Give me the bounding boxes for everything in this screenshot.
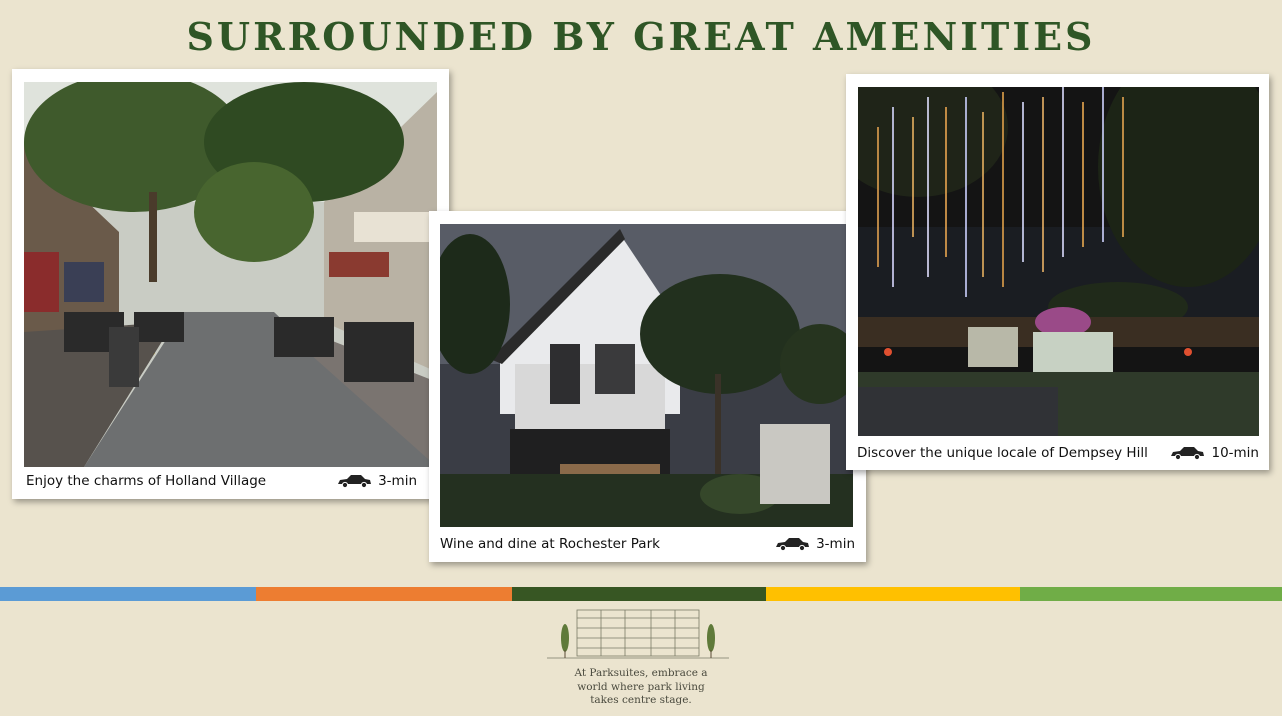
holland-village-street-photo xyxy=(24,82,437,467)
color-strip-orange xyxy=(256,587,512,601)
travel-time-label: 10-min xyxy=(1211,445,1259,461)
travel-time: 3-min xyxy=(336,473,417,489)
footer-tagline: At Parksuites, embrace a world where par… xyxy=(541,667,741,708)
card-caption: Wine and dine at Rochester Park xyxy=(440,536,660,552)
travel-time: 10-min xyxy=(1169,445,1259,461)
tagline-line: At Parksuites, embrace a xyxy=(574,667,708,679)
travel-time-label: 3-min xyxy=(816,536,855,552)
tagline-line: world where park living xyxy=(577,680,705,693)
car-icon xyxy=(338,475,372,488)
rochester-park-house-photo xyxy=(440,224,853,527)
amenity-card-dempsey-hill: Discover the unique locale of Dempsey Hi… xyxy=(846,74,1269,470)
page-title: SURROUNDED BY GREAT AMENITIES xyxy=(186,14,1096,59)
car-icon xyxy=(776,538,810,551)
color-strip-dark-green xyxy=(512,587,766,601)
color-strip-green xyxy=(1020,587,1282,601)
color-strip-yellow xyxy=(766,587,1020,601)
travel-time-label: 3-min xyxy=(378,473,417,489)
parksuites-building-logo xyxy=(547,609,729,659)
car-icon xyxy=(1171,447,1205,460)
amenity-card-holland-village: Enjoy the charms of Holland Village 3-mi… xyxy=(12,69,449,499)
dempsey-hill-night-photo xyxy=(858,87,1259,436)
travel-time: 3-min xyxy=(774,536,855,552)
color-strip-blue xyxy=(0,587,256,601)
tagline-line: takes centre stage. xyxy=(590,694,692,706)
amenity-card-rochester-park: Wine and dine at Rochester Park 3-min xyxy=(429,211,866,562)
card-caption: Discover the unique locale of Dempsey Hi… xyxy=(857,445,1148,461)
card-caption: Enjoy the charms of Holland Village xyxy=(26,473,267,489)
